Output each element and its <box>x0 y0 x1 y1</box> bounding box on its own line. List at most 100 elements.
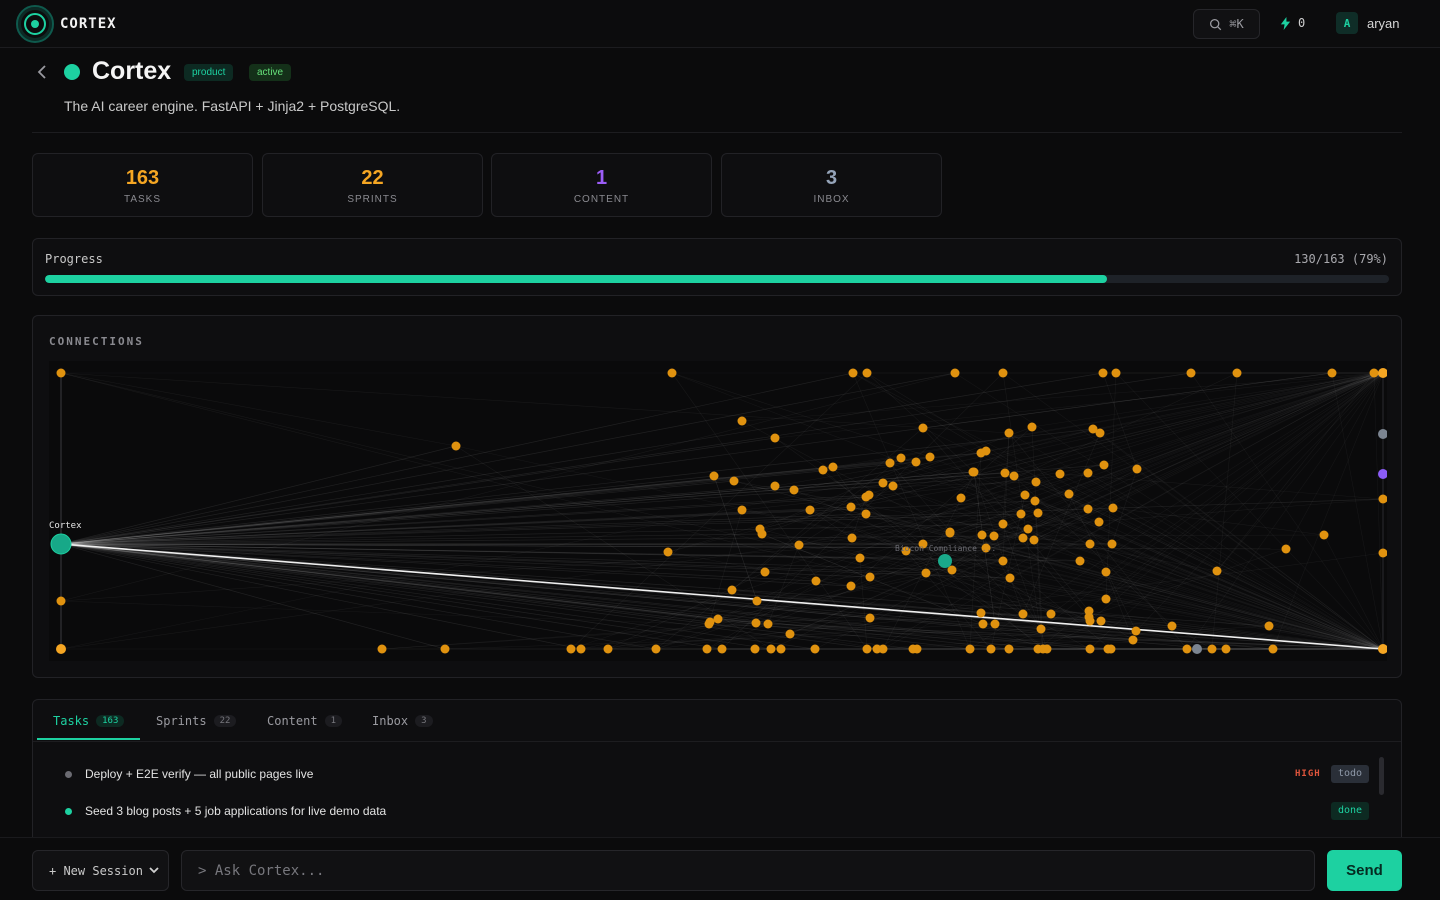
task-node[interactable] <box>1064 489 1074 499</box>
task-row[interactable]: Deploy + E2E verify — all public pages l… <box>33 760 1401 790</box>
task-node[interactable] <box>727 585 737 595</box>
task-node[interactable] <box>763 619 773 629</box>
activity-counter[interactable]: 0 <box>1280 16 1305 30</box>
task-node[interactable] <box>989 531 999 541</box>
task-node[interactable] <box>1128 635 1138 645</box>
task-node[interactable] <box>888 481 898 491</box>
task-status-badge[interactable]: todo <box>1331 765 1370 783</box>
task-node[interactable] <box>1018 609 1028 619</box>
task-node[interactable] <box>969 467 979 477</box>
command-search-button[interactable]: ⌘K <box>1193 9 1260 39</box>
task-node[interactable] <box>1055 469 1065 479</box>
task-node[interactable] <box>921 568 931 578</box>
task-node[interactable] <box>1085 616 1095 626</box>
task-node[interactable] <box>789 485 799 495</box>
task-node[interactable] <box>1000 468 1010 478</box>
task-node[interactable] <box>1018 533 1028 543</box>
task-node[interactable] <box>1132 464 1142 474</box>
task-node[interactable] <box>702 644 712 654</box>
task-node[interactable] <box>576 644 586 654</box>
task-node[interactable] <box>965 644 975 654</box>
task-node[interactable] <box>1004 428 1014 438</box>
task-node[interactable] <box>1111 368 1121 378</box>
task-node[interactable] <box>918 423 928 433</box>
task-node[interactable] <box>752 596 762 606</box>
task-node[interactable] <box>818 465 828 475</box>
task-node[interactable] <box>977 530 987 540</box>
task-node[interactable] <box>1046 609 1056 619</box>
hub-node[interactable] <box>50 533 72 555</box>
task-node[interactable] <box>770 433 780 443</box>
task-node[interactable] <box>1378 494 1388 504</box>
task-node[interactable] <box>1099 460 1109 470</box>
task-node[interactable] <box>950 368 960 378</box>
stat-card-content[interactable]: 1 CONTENT <box>491 153 712 217</box>
task-node[interactable] <box>1004 644 1014 654</box>
task-node[interactable] <box>956 493 966 503</box>
task-node[interactable] <box>998 519 1008 529</box>
status-node-gray[interactable] <box>1378 429 1387 439</box>
task-node[interactable] <box>865 613 875 623</box>
task-node[interactable] <box>760 567 770 577</box>
task-node[interactable] <box>981 446 991 456</box>
task-node[interactable] <box>1186 368 1196 378</box>
task-node[interactable] <box>737 505 747 515</box>
task-node[interactable] <box>1085 644 1095 654</box>
task-node[interactable] <box>785 629 795 639</box>
task-node[interactable] <box>1319 530 1329 540</box>
task-node[interactable] <box>805 505 815 515</box>
tab-tasks[interactable]: Tasks 163 <box>53 700 125 741</box>
task-node[interactable] <box>911 457 921 467</box>
task-node[interactable] <box>377 644 387 654</box>
back-arrow-icon[interactable] <box>34 63 50 81</box>
tab-sprints[interactable]: Sprints 22 <box>156 700 237 741</box>
ask-input[interactable] <box>181 850 1315 891</box>
task-node[interactable] <box>1281 544 1291 554</box>
task-node[interactable] <box>846 581 856 591</box>
task-node[interactable] <box>1085 539 1095 549</box>
status-node-gray[interactable] <box>1192 644 1202 654</box>
task-node[interactable] <box>1098 368 1108 378</box>
task-node[interactable] <box>990 619 1000 629</box>
task-node[interactable] <box>603 644 613 654</box>
stat-card-inbox[interactable]: 3 INBOX <box>721 153 942 217</box>
task-node[interactable] <box>1212 566 1222 576</box>
cortex-logo[interactable] <box>16 5 54 43</box>
task-list-scrollbar[interactable] <box>1379 757 1384 795</box>
task-node[interactable] <box>978 619 988 629</box>
task-node[interactable] <box>1083 504 1093 514</box>
task-node[interactable] <box>794 540 804 550</box>
task-node[interactable] <box>861 492 871 502</box>
task-node[interactable] <box>986 644 996 654</box>
task-node[interactable] <box>651 644 661 654</box>
task-node[interactable] <box>1084 606 1094 616</box>
task-node[interactable] <box>709 471 719 481</box>
task-node[interactable] <box>878 644 888 654</box>
task-node[interactable] <box>566 644 576 654</box>
task-node[interactable] <box>755 524 765 534</box>
task-node[interactable] <box>1108 503 1118 513</box>
task-node[interactable] <box>1131 626 1141 636</box>
task-node[interactable] <box>717 644 727 654</box>
task-node[interactable] <box>828 462 838 472</box>
task-node[interactable] <box>976 608 986 618</box>
task-node[interactable] <box>1029 535 1039 545</box>
task-node[interactable] <box>766 644 776 654</box>
task-node[interactable] <box>1101 594 1111 604</box>
task-node[interactable] <box>862 368 872 378</box>
task-node[interactable] <box>751 618 761 628</box>
task-node[interactable] <box>885 458 895 468</box>
task-node[interactable] <box>750 644 760 654</box>
task-node[interactable] <box>998 368 1008 378</box>
task-node[interactable] <box>847 533 857 543</box>
task-node[interactable] <box>1232 368 1242 378</box>
brand-name[interactable]: CORTEX <box>60 16 117 32</box>
task-node[interactable] <box>56 368 66 378</box>
graph-canvas[interactable]: Cortex Biocon Compliance ... <box>49 361 1387 661</box>
task-node[interactable] <box>1264 621 1274 631</box>
send-button[interactable]: Send <box>1327 850 1402 891</box>
task-node[interactable] <box>1221 644 1231 654</box>
task-node[interactable] <box>861 509 871 519</box>
task-node[interactable] <box>865 572 875 582</box>
task-node[interactable] <box>810 644 820 654</box>
